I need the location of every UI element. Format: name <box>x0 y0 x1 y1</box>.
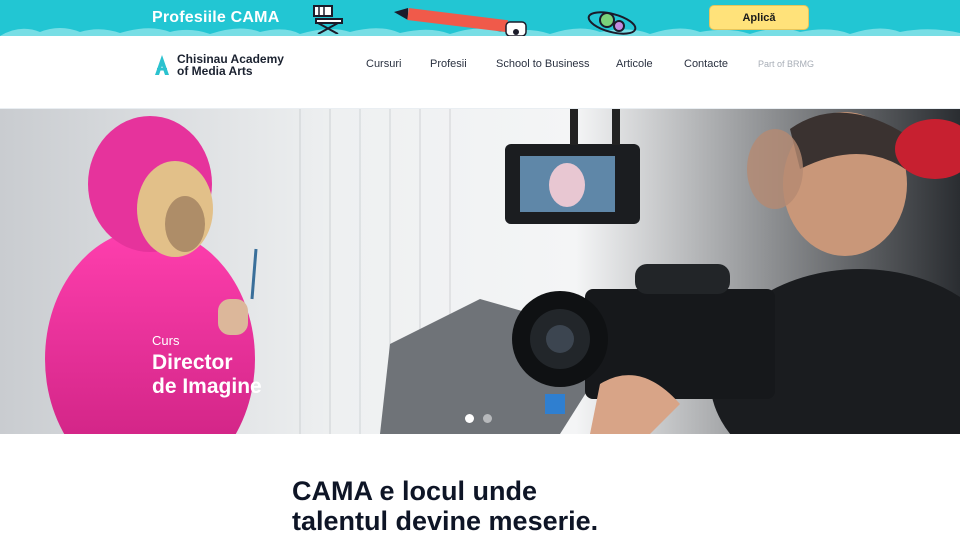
logo-text: Chisinau Academy of Media Arts <box>177 53 284 77</box>
nav-item-profesii[interactable]: Profesii <box>430 58 467 70</box>
cama-logo-icon <box>155 55 169 75</box>
nav-item-articole[interactable]: Articole <box>616 58 653 70</box>
promo-title[interactable]: Profesiile CAMA <box>152 9 279 27</box>
slider-dot-1[interactable] <box>465 414 474 423</box>
site-logo[interactable]: Chisinau Academy of Media Arts <box>152 53 284 77</box>
pencil-icon <box>394 8 527 36</box>
section-heading: CAMA e locul unde talentul devine meseri… <box>292 476 598 536</box>
hero-kicker: Curs <box>152 333 180 348</box>
tagline-line-2: talentul devine meserie. <box>292 506 599 536</box>
tagline-line-1: CAMA e locul unde <box>292 476 538 506</box>
logo-line-2: of Media Arts <box>177 64 253 78</box>
hero-caption: Curs Director de Imagine <box>152 333 262 399</box>
nav-item-cursuri[interactable]: Cursuri <box>366 58 401 70</box>
slider-dots <box>465 414 492 423</box>
promo-banner: Profesiile CAMA Aplică <box>0 0 960 36</box>
hero-title-line-2: de Imagine <box>152 375 262 398</box>
nav-item-school-to-business[interactable]: School to Business <box>496 58 590 70</box>
hero-title[interactable]: Director de Imagine <box>152 351 262 399</box>
hero-image <box>0 109 960 434</box>
apply-button[interactable]: Aplică <box>709 5 809 30</box>
part-of-brmg-link[interactable]: Part of BRMG <box>758 59 814 69</box>
site-header: Chisinau Academy of Media Arts Cursuri P… <box>0 36 960 109</box>
slider-dot-2[interactable] <box>483 414 492 423</box>
director-chair-icon <box>313 5 343 34</box>
orbit-icon <box>587 11 637 35</box>
hero-slider: Curs Director de Imagine <box>0 109 960 434</box>
hero-title-line-1: Director <box>152 351 233 374</box>
nav-item-contacte[interactable]: Contacte <box>684 58 728 70</box>
